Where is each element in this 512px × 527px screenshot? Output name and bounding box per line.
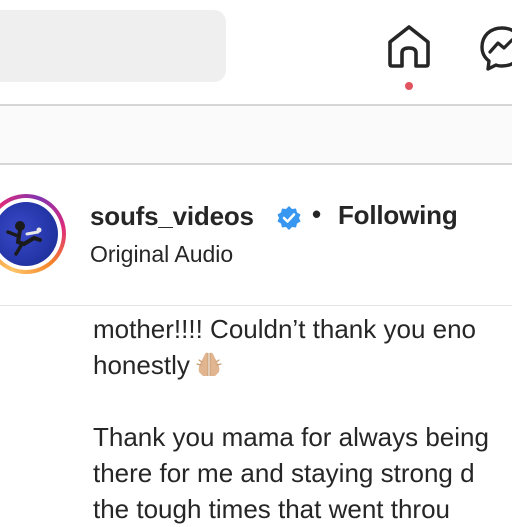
folded-hands-emoji-icon xyxy=(196,352,222,376)
caption-line: there for me and staying strong d xyxy=(93,458,475,488)
search-bar[interactable] xyxy=(0,10,226,82)
post-caption: mother!!!! Couldn’t thank you eno honest… xyxy=(93,311,489,527)
stories-strip xyxy=(0,106,512,163)
caption-line: mother!!!! Couldn’t thank you eno xyxy=(93,314,477,344)
caption-line: honestly xyxy=(93,347,489,383)
following-button[interactable]: Following xyxy=(338,200,458,231)
post-header-divider xyxy=(0,305,512,306)
avatar-image xyxy=(0,202,58,266)
section-divider xyxy=(0,163,512,165)
caption-line: the tough times that went throu xyxy=(93,494,450,524)
home-icon[interactable] xyxy=(385,22,433,70)
caption-line: Thank you mama for always being xyxy=(93,422,489,452)
username[interactable]: soufs_videos xyxy=(90,201,254,232)
original-audio-link[interactable]: Original Audio xyxy=(90,241,233,268)
verified-badge-icon xyxy=(277,206,301,230)
messenger-icon[interactable] xyxy=(478,24,512,72)
notification-dot xyxy=(405,82,413,90)
separator-dot: • xyxy=(312,199,322,229)
avatar[interactable] xyxy=(0,194,66,274)
